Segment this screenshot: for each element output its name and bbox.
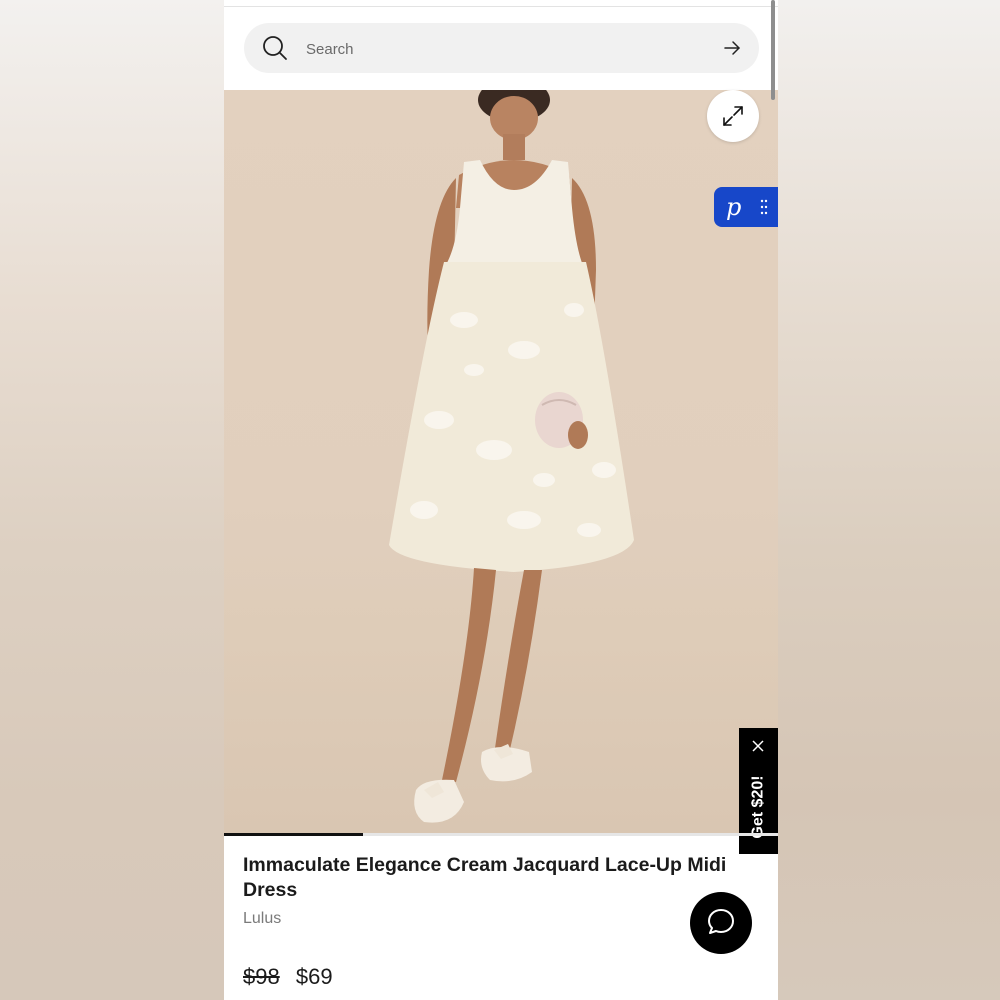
p-widget-letter: p xyxy=(726,193,742,221)
price-row: $98 $69 xyxy=(243,964,333,990)
p-widget-button[interactable]: p xyxy=(714,187,778,227)
chat-icon xyxy=(708,909,734,934)
phone-screen: p Get $20! Immaculate Elegance Cream Jac… xyxy=(224,0,778,1000)
search-input[interactable] xyxy=(304,36,688,62)
sale-price: $69 xyxy=(295,964,333,989)
product-photo-model xyxy=(389,90,634,823)
arrow-right-icon[interactable] xyxy=(723,39,741,57)
background-left xyxy=(0,0,224,1000)
product-image[interactable] xyxy=(224,90,778,834)
carousel-progress-track xyxy=(224,833,778,836)
original-price: $98 xyxy=(243,964,280,989)
carousel-progress-bar xyxy=(224,833,363,836)
background-right xyxy=(778,0,1000,1000)
expand-image-button[interactable] xyxy=(707,90,759,142)
expand-icon xyxy=(723,106,743,126)
promo-label[interactable]: Get $20! xyxy=(750,775,768,838)
chat-button[interactable] xyxy=(690,892,752,954)
product-title: Immaculate Elegance Cream Jacquard Lace-… xyxy=(243,854,727,901)
scrollbar[interactable] xyxy=(771,0,775,100)
top-divider xyxy=(224,6,778,7)
promo-label-wrap[interactable]: Get $20! xyxy=(739,762,778,852)
close-icon[interactable] xyxy=(751,739,765,753)
product-brand[interactable]: Lulus xyxy=(243,910,281,928)
grip-icon[interactable] xyxy=(760,199,768,215)
search-bar[interactable] xyxy=(244,23,759,73)
search-icon[interactable] xyxy=(262,35,288,61)
